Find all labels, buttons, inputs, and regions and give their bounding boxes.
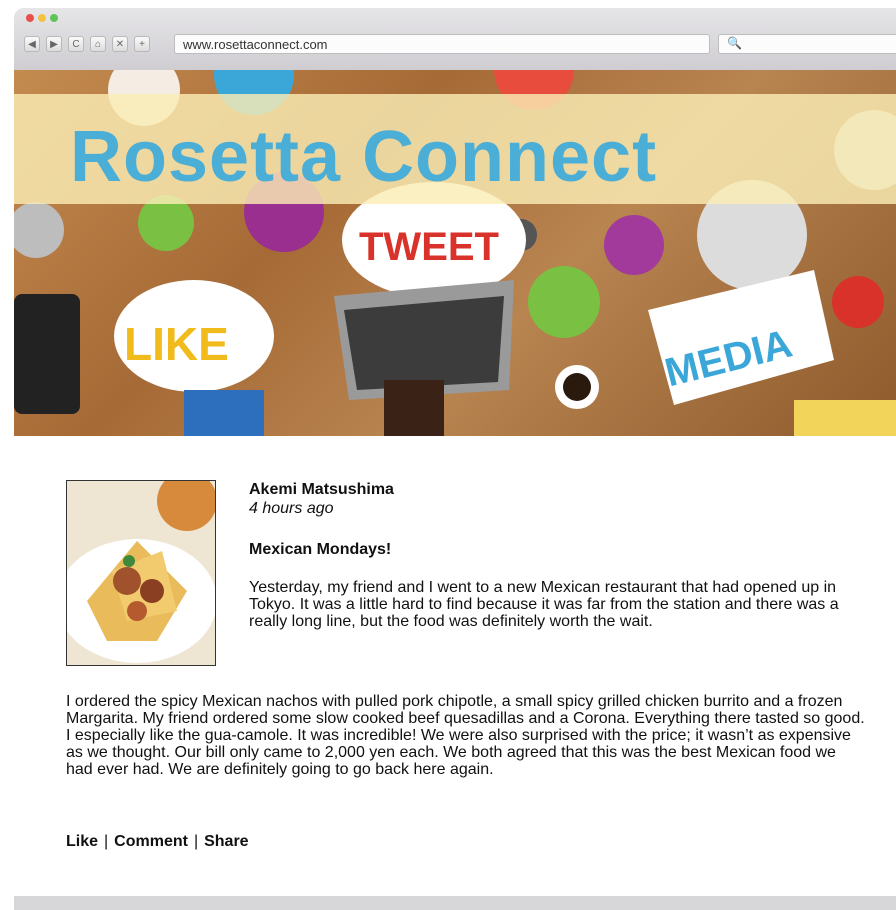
minimize-window-button[interactable] (38, 14, 46, 22)
share-link[interactable]: Share (204, 833, 248, 850)
post-actions: Like | Comment | Share (66, 833, 249, 851)
header-banner: LIKE TWEET MEDIA Rosetta Connect (14, 70, 896, 436)
action-separator: | (104, 833, 109, 850)
post-timestamp: 4 hours ago (249, 500, 334, 517)
address-bar[interactable]: www.rosettaconnect.com (174, 34, 710, 54)
url-text: www.rosettaconnect.com (183, 37, 328, 52)
close-window-button[interactable] (26, 14, 34, 22)
search-icon: 🔍 (727, 36, 742, 50)
close-icon[interactable]: ✕ (112, 36, 128, 52)
home-icon[interactable]: ⌂ (90, 36, 106, 52)
post-photo[interactable] (66, 480, 216, 666)
forward-icon[interactable]: ▶ (46, 36, 62, 52)
like-link[interactable]: Like (66, 833, 98, 850)
site-title[interactable]: Rosetta Connect (70, 116, 657, 198)
post-paragraph-1: Yesterday, my friend and I went to a new… (249, 579, 839, 630)
like-bubble-text: LIKE (124, 318, 229, 370)
window-controls (26, 14, 58, 22)
post-paragraph-2: I ordered the spicy Mexican nachos with … (66, 693, 865, 778)
reload-icon[interactable]: C (68, 36, 84, 52)
site-title-bar: Rosetta Connect (14, 94, 896, 204)
action-separator: | (193, 833, 199, 850)
post-title: Mexican Mondays! (249, 541, 392, 558)
author-name[interactable]: Akemi Matsushima (249, 481, 394, 499)
maximize-window-button[interactable] (50, 14, 58, 22)
post-card: Akemi Matsushima 4 hours ago Mexican Mon… (14, 436, 896, 896)
new-tab-icon[interactable]: + (134, 36, 150, 52)
nachos-image (67, 481, 215, 665)
browser-toolbar: ◀ ▶ C ⌂ ✕ + www.rosettaconnect.com 🔍 (14, 8, 896, 70)
nav-buttons: ◀ ▶ C ⌂ ✕ + (24, 36, 150, 52)
browser-footer (14, 896, 896, 910)
back-icon[interactable]: ◀ (24, 36, 40, 52)
tweet-bubble-text: TWEET (359, 225, 499, 269)
comment-link[interactable]: Comment (114, 833, 188, 850)
browser-window: ◀ ▶ C ⌂ ✕ + www.rosettaconnect.com 🔍 LIK… (14, 8, 896, 910)
search-field[interactable]: 🔍 (718, 34, 896, 54)
